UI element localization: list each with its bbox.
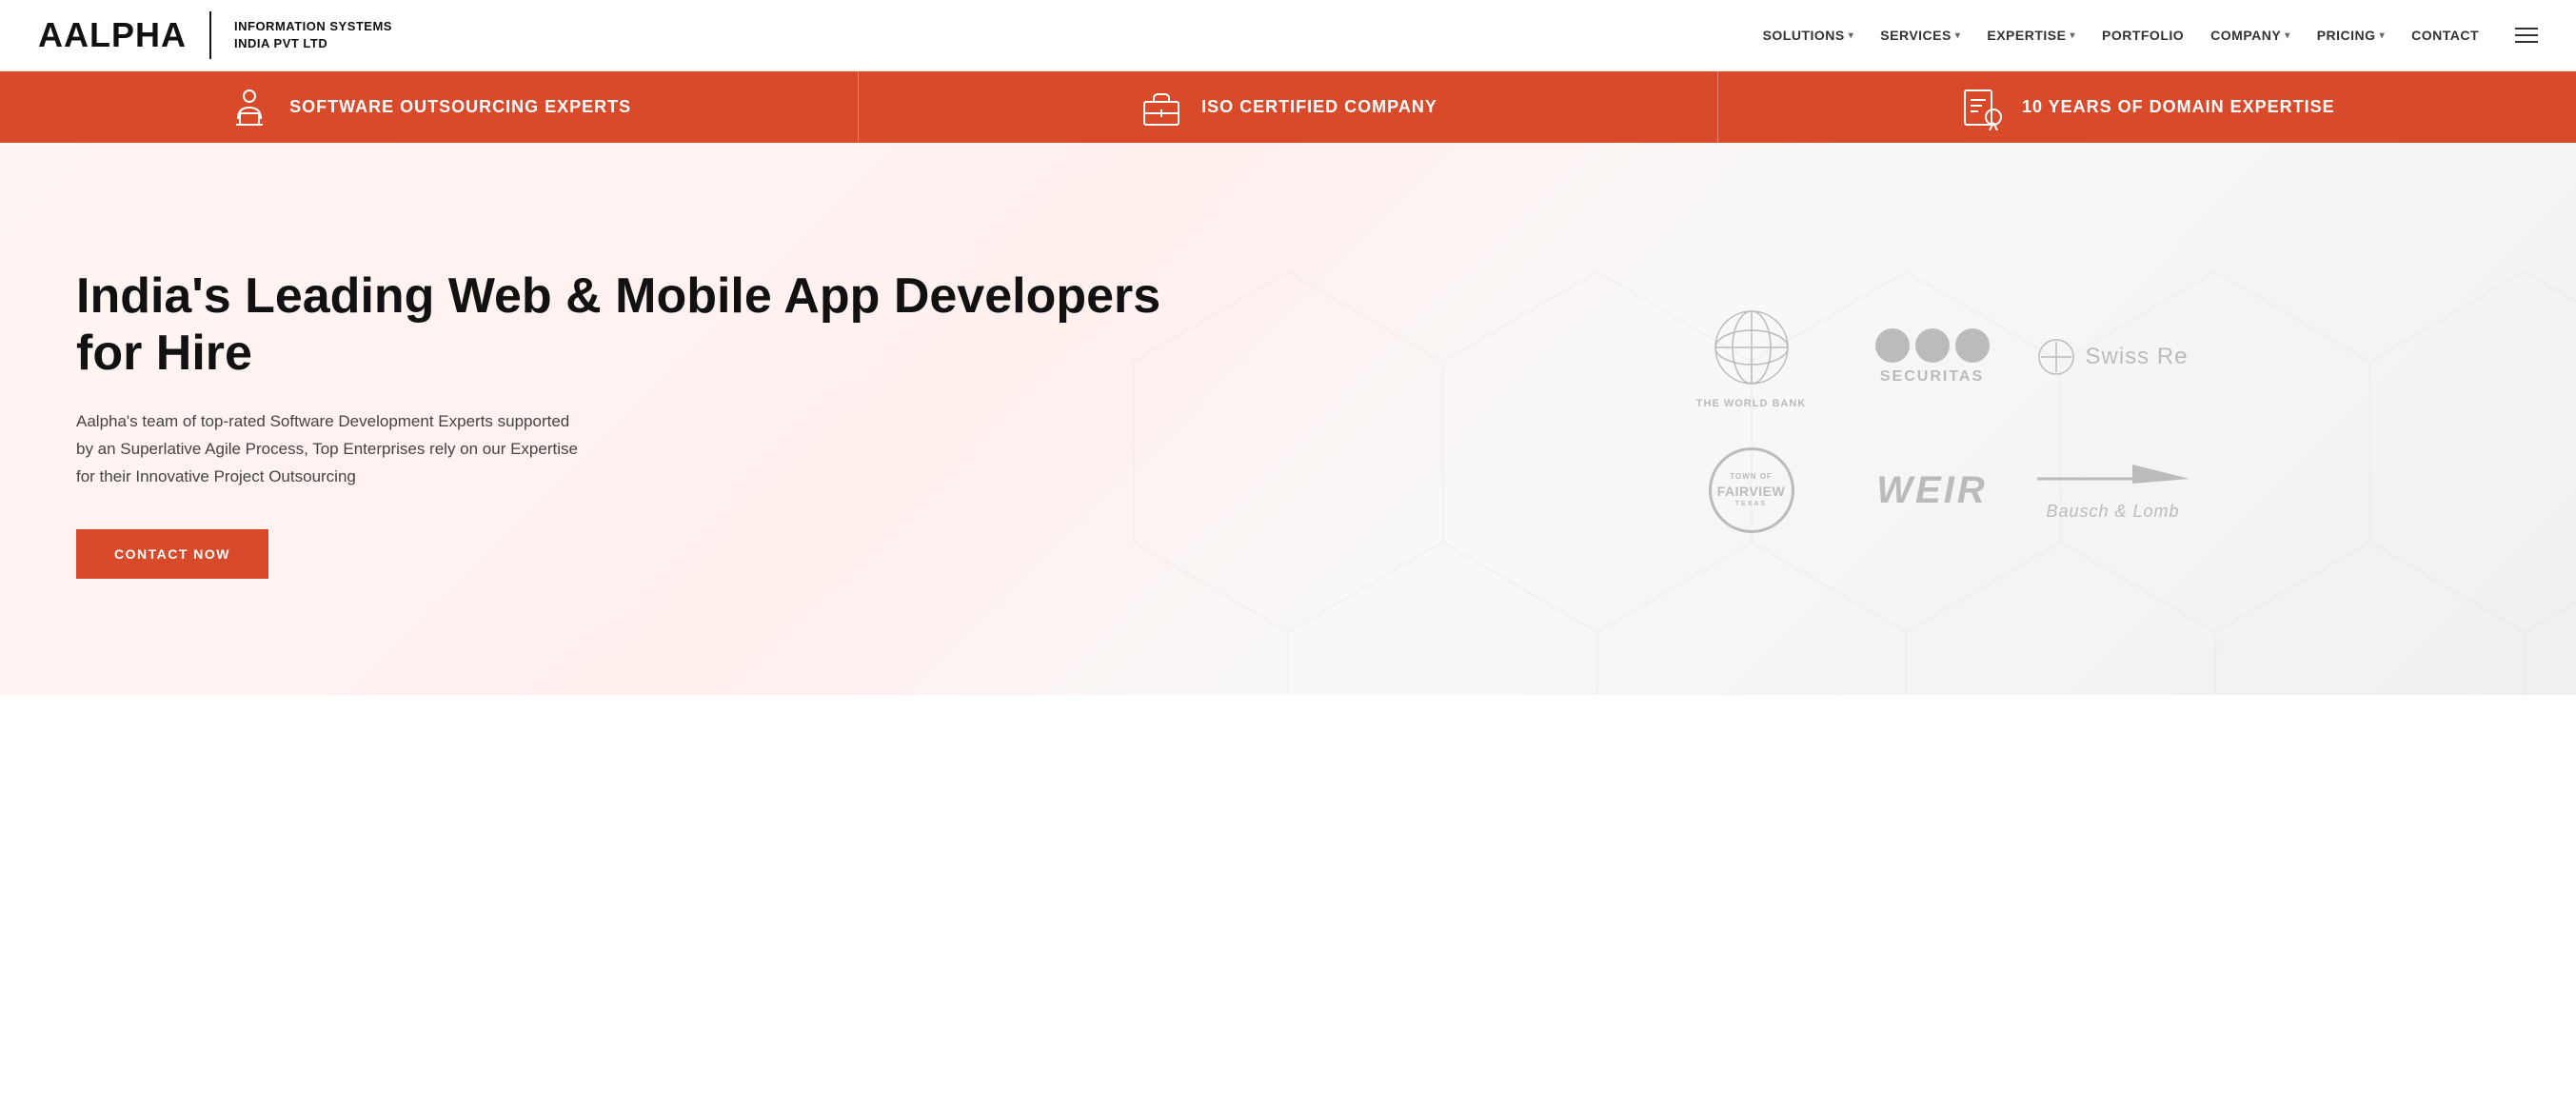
contact-now-button[interactable]: CONTACT NOW xyxy=(76,529,268,579)
worldbank-label: THE WORLD BANK xyxy=(1696,398,1806,409)
weir-label: WEIR xyxy=(1876,469,1987,512)
header: AALPHA INFORMATION SYSTEMS INDIA PVT LTD… xyxy=(0,0,2576,71)
red-banner: SOFTWARE OUTSOURCING EXPERTS ISO CERTIFI… xyxy=(0,71,2576,143)
user-laptop-icon xyxy=(227,85,272,130)
logo-bausch: Bausch & Lomb xyxy=(2037,447,2190,533)
bausch-label: Bausch & Lomb xyxy=(2046,502,2179,522)
securitas-dot xyxy=(1915,328,1950,363)
nav-company[interactable]: COMPANY ▾ xyxy=(2210,28,2290,43)
fairview-badge: TOWN OF FAIRVIEW TEXAS xyxy=(1709,447,1794,533)
hamburger-line xyxy=(2515,41,2538,43)
securitas-dots xyxy=(1875,328,1990,363)
certificate-icon xyxy=(1959,85,2005,130)
logo-weir: WEIR xyxy=(1856,447,2009,533)
chevron-down-icon: ▾ xyxy=(2380,30,2386,41)
securitas-label: SECURITAS xyxy=(1880,368,1984,386)
nav-portfolio[interactable]: PORTFOLIO xyxy=(2102,28,2184,43)
securitas-dot xyxy=(1875,328,1910,363)
banner-item-outsourcing: SOFTWARE OUTSOURCING EXPERTS xyxy=(0,71,859,143)
hamburger-menu[interactable] xyxy=(2515,28,2538,43)
chevron-down-icon: ▾ xyxy=(2285,30,2290,41)
bausch-graphic xyxy=(2037,460,2190,498)
banner-item-expertise: 10 YEARS OF DOMAIN EXPERTISE xyxy=(1718,71,2576,143)
logo-swissre: Swiss Re xyxy=(2037,305,2190,409)
banner-text-outsourcing: SOFTWARE OUTSOURCING EXPERTS xyxy=(289,97,631,117)
fairview-label: TOWN OF FAIRVIEW TEXAS xyxy=(1717,472,1785,508)
main-nav: SOLUTIONS ▾ SERVICES ▾ EXPERTISE ▾ PORTF… xyxy=(1763,28,2538,43)
securitas-dot xyxy=(1955,328,1990,363)
logo-securitas: SECURITAS xyxy=(1856,305,2009,409)
nav-solutions[interactable]: SOLUTIONS ▾ xyxy=(1763,28,1854,43)
logo-worldbank: THE WORLD BANK xyxy=(1675,305,1828,409)
logo-fairview: TOWN OF FAIRVIEW TEXAS xyxy=(1675,447,1828,533)
worldbank-globe-icon xyxy=(1709,305,1794,390)
logo-divider xyxy=(209,11,211,59)
hamburger-line xyxy=(2515,28,2538,30)
logo-main[interactable]: AALPHA xyxy=(38,15,187,55)
chevron-down-icon: ▾ xyxy=(1955,30,1961,41)
chevron-down-icon: ▾ xyxy=(1849,30,1854,41)
chevron-down-icon: ▾ xyxy=(2070,30,2075,41)
nav-contact[interactable]: CONTACT xyxy=(2411,28,2479,43)
swissre-icon xyxy=(2037,338,2075,376)
hero-section: India's Leading Web & Mobile App Develop… xyxy=(0,143,2576,695)
logo-area: AALPHA INFORMATION SYSTEMS INDIA PVT LTD xyxy=(38,11,392,59)
hamburger-line xyxy=(2515,34,2538,36)
hero-right: THE WORLD BANK SECURITAS xyxy=(1288,143,2576,695)
banner-text-iso: ISO CERTIFIED COMPANY xyxy=(1201,97,1437,117)
briefcase-icon xyxy=(1139,85,1184,130)
nav-expertise[interactable]: EXPERTISE ▾ xyxy=(1987,28,2075,43)
swissre-label: Swiss Re xyxy=(2085,344,2188,370)
hero-left: India's Leading Web & Mobile App Develop… xyxy=(0,143,1288,695)
banner-text-expertise: 10 YEARS OF DOMAIN EXPERTISE xyxy=(2022,97,2335,117)
hero-title: India's Leading Web & Mobile App Develop… xyxy=(76,268,1231,383)
client-logos-grid: THE WORLD BANK SECURITAS xyxy=(1637,267,2228,571)
nav-pricing[interactable]: PRICING ▾ xyxy=(2317,28,2385,43)
logo-subtitle: INFORMATION SYSTEMS INDIA PVT LTD xyxy=(234,18,392,52)
hero-description: Aalpha's team of top-rated Software Deve… xyxy=(76,408,590,491)
banner-item-iso: ISO CERTIFIED COMPANY xyxy=(859,71,1717,143)
nav-services[interactable]: SERVICES ▾ xyxy=(1880,28,1960,43)
